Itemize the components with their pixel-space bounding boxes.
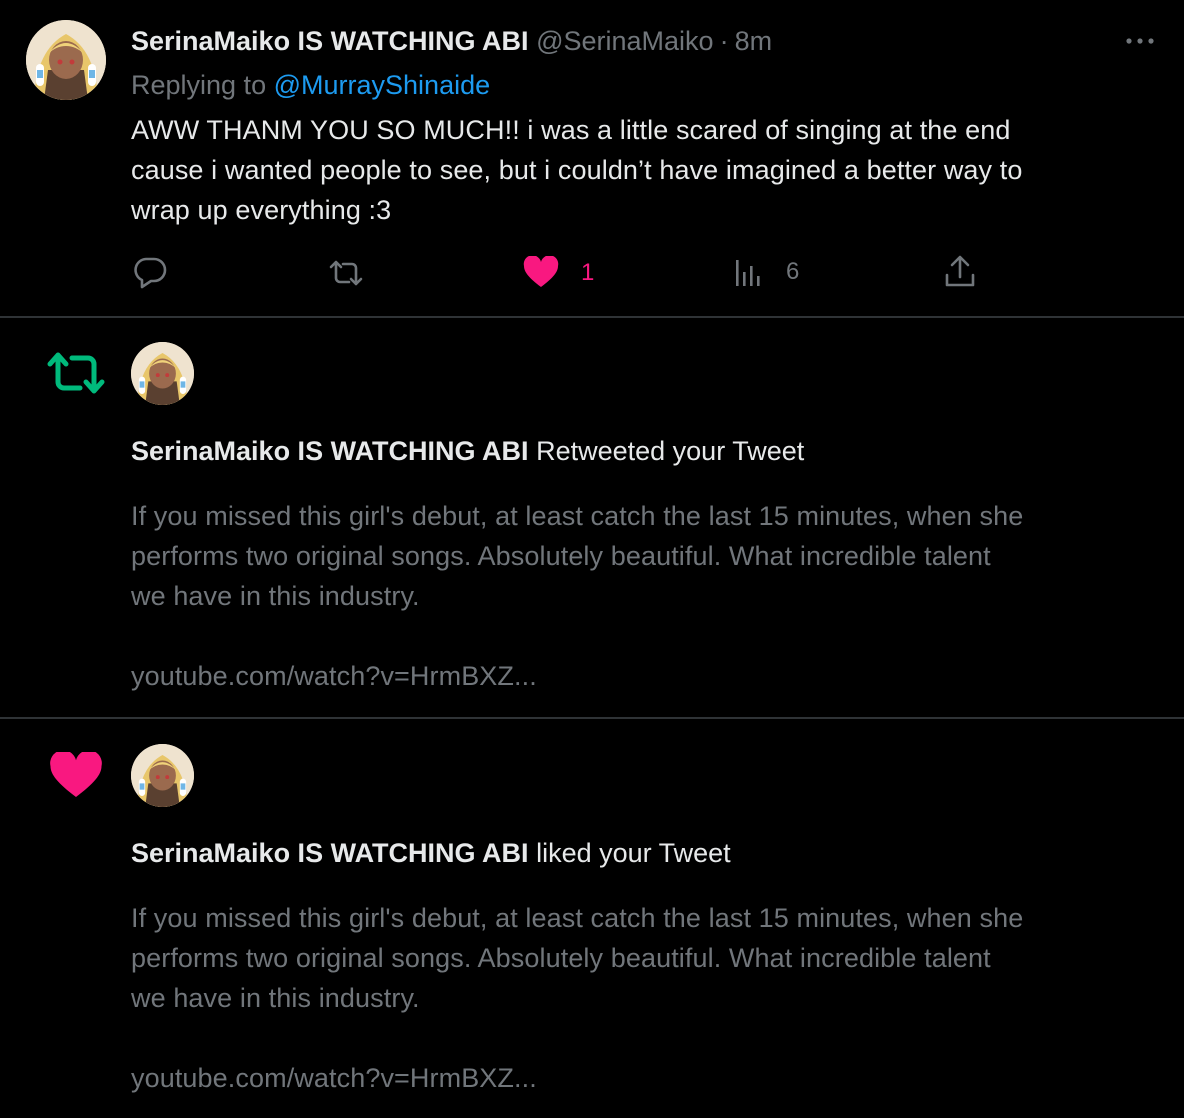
tweet-preview-line: If you missed this girl's debut, at leas… [131,501,1024,531]
replying-to: Replying to @MurrayShinaide [131,66,490,104]
reply-button[interactable] [132,256,168,290]
tweet-body-line: AWW THANM YOU SO MUCH!! i was a little s… [131,115,1011,145]
retweet-icon [46,350,106,396]
notification-title: SerinaMaiko IS WATCHING ABI liked your T… [131,834,731,872]
retweet-icon [328,258,364,288]
actor-name[interactable]: SerinaMaiko IS WATCHING ABI [131,838,529,868]
timestamp[interactable]: 8m [735,26,773,56]
replying-prefix: Replying to [131,70,267,100]
avatar[interactable] [131,342,194,405]
tweet-preview-link[interactable]: youtube.com/watch?v=HrmBXZ... [131,656,537,696]
tweet-preview-line: performs two original songs. Absolutely … [131,943,991,973]
avatar[interactable] [131,744,194,807]
divider [0,717,1184,719]
tweet-body: AWW THANM YOU SO MUCH!! i was a little s… [131,110,1171,230]
notification-title: SerinaMaiko IS WATCHING ABI Retweeted yo… [131,432,804,470]
avatar[interactable] [26,20,106,100]
views-button[interactable]: 6 [734,256,799,288]
tweet-body-line: wrap up everything :3 [131,195,392,225]
tweet-preview-line: performs two original songs. Absolutely … [131,541,991,571]
heart-filled-icon [523,256,559,290]
tweet-preview-link[interactable]: youtube.com/watch?v=HrmBXZ... [131,1058,537,1098]
tweet-header: SerinaMaiko IS WATCHING ABI @SerinaMaiko… [131,22,772,60]
replying-handle-link[interactable]: @MurrayShinaide [274,70,491,100]
share-button[interactable] [944,255,976,289]
retweet-button[interactable] [328,258,364,288]
like-button[interactable]: 1 [523,256,594,290]
share-icon [944,255,976,289]
handle[interactable]: @SerinaMaiko [536,26,713,56]
tweet-preview-line: If you missed this girl's debut, at leas… [131,903,1024,933]
display-name[interactable]: SerinaMaiko IS WATCHING ABI [131,26,529,56]
views-count: 6 [786,258,800,285]
actor-name[interactable]: SerinaMaiko IS WATCHING ABI [131,436,529,466]
tweet-preview[interactable]: If you missed this girl's debut, at leas… [131,496,1171,616]
more-icon[interactable] [1124,30,1156,52]
separator: · [719,26,729,56]
action-text: liked your Tweet [536,838,731,868]
reply-icon [132,256,168,290]
like-count: 1 [581,259,595,286]
tweet-preview[interactable]: If you missed this girl's debut, at leas… [131,898,1171,1018]
divider [0,316,1184,318]
tweet-preview-line: we have in this industry. [131,581,420,611]
tweet-preview-line: we have in this industry. [131,983,420,1013]
heart-filled-icon [48,752,104,800]
tweet-body-line: cause i wanted people to see, but i coul… [131,155,1023,185]
analytics-icon [734,256,764,288]
action-text: Retweeted your Tweet [536,436,805,466]
